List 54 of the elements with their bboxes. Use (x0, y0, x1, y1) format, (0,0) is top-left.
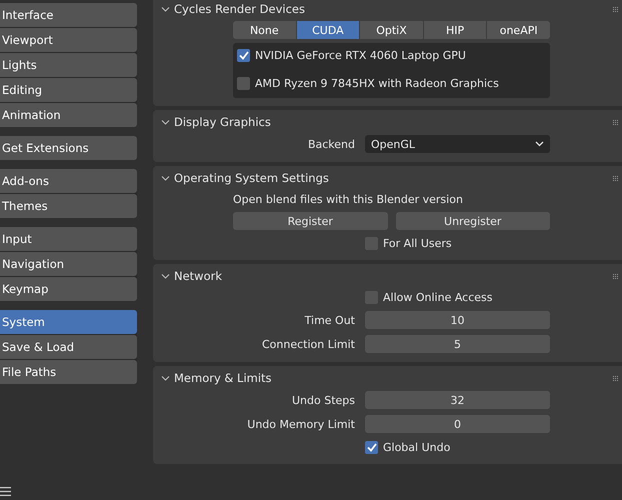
sidebar-item[interactable]: System (0, 310, 137, 334)
sidebar-item[interactable]: File Paths (0, 360, 137, 384)
panel-title: Network (174, 269, 222, 283)
checkbox-label: For All Users (383, 236, 452, 250)
chevron-down-icon[interactable] (161, 174, 170, 182)
number-field[interactable]: 5 (365, 335, 550, 353)
device-type-tab[interactable]: CUDA (296, 21, 360, 39)
field-label: Backend (306, 138, 355, 150)
chevron-down-icon[interactable] (161, 118, 170, 126)
chevron-down-icon (535, 141, 544, 147)
field-label: Undo Memory Limit (246, 418, 355, 430)
description-text: Open blend files with this Blender version (233, 192, 464, 208)
sidebar-item[interactable]: Get Extensions (0, 136, 137, 160)
number-field[interactable]: 0 (365, 415, 550, 433)
device-type-tab[interactable]: OptiX (360, 21, 423, 39)
sidebar-item[interactable]: Navigation (0, 252, 137, 276)
panel-title: Display Graphics (174, 115, 271, 129)
sidebar-item[interactable]: Keymap (0, 277, 137, 301)
checkbox[interactable] (237, 48, 250, 62)
device-label: NVIDIA GeForce RTX 4060 Laptop GPU (255, 48, 466, 62)
backend-dropdown[interactable]: OpenGL (365, 135, 550, 153)
device-type-tab[interactable]: oneAPI (487, 21, 550, 39)
action-button[interactable]: Unregister (396, 212, 550, 230)
sidebar-item[interactable]: Save & Load (0, 335, 137, 359)
checkbox-label: Allow Online Access (383, 290, 492, 304)
device-type-tab[interactable]: None (233, 21, 296, 39)
sidebar-item[interactable]: Interface (0, 3, 137, 27)
checkmark-icon (366, 442, 376, 452)
panel-title: Cycles Render Devices (174, 2, 305, 16)
sidebar-item[interactable]: Viewport (0, 28, 137, 52)
menu-icon[interactable] (0, 487, 11, 496)
sidebar-item[interactable]: Lights (0, 53, 137, 77)
field-label: Time Out (304, 314, 355, 326)
action-button[interactable]: Register (233, 212, 388, 230)
sidebar-item[interactable]: Animation (0, 103, 137, 127)
sidebar-item[interactable]: Themes (0, 194, 137, 218)
sidebar-item[interactable]: Editing (0, 78, 137, 102)
chevron-down-icon[interactable] (161, 4, 170, 14)
sidebar-item[interactable]: Add-ons (0, 169, 137, 193)
checkbox-label: Global Undo (383, 440, 450, 454)
sidebar-item[interactable]: Input (0, 227, 137, 251)
panel-title: Memory & Limits (174, 371, 272, 385)
field-label: Connection Limit (260, 338, 355, 350)
chevron-down-icon[interactable] (161, 374, 170, 382)
number-field[interactable]: 32 (365, 391, 550, 409)
device-type-tab[interactable]: HIP (424, 21, 486, 39)
chevron-down-icon[interactable] (161, 272, 170, 280)
checkbox[interactable] (237, 76, 250, 90)
panel-title: Operating System Settings (174, 171, 329, 185)
field-label: Undo Steps (290, 394, 355, 406)
checkbox[interactable] (365, 440, 378, 454)
checkmark-icon (238, 50, 248, 60)
number-field[interactable]: 10 (365, 311, 550, 329)
device-label: AMD Ryzen 9 7845HX with Radeon Graphics (255, 76, 499, 90)
